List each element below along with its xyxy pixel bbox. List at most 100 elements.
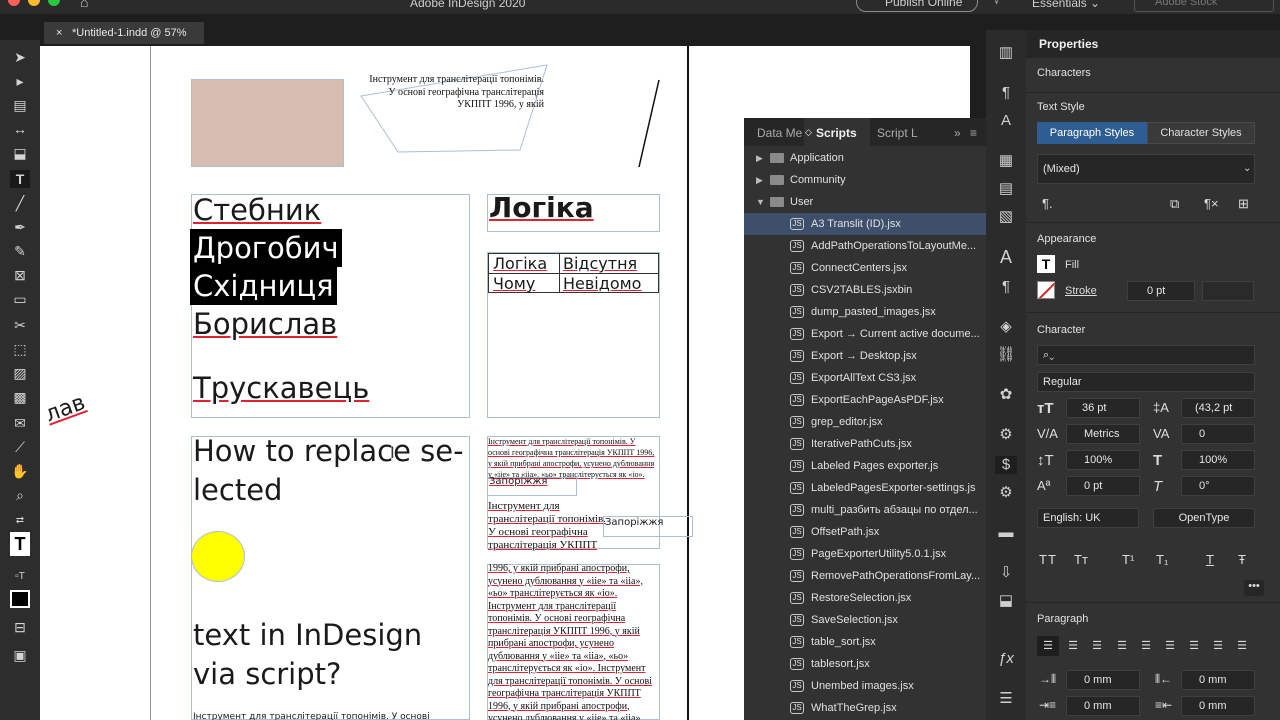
- script-item[interactable]: JS OffsetPath.jsx: [744, 521, 986, 543]
- character-styles-tab[interactable]: Character Styles: [1147, 122, 1255, 144]
- right-indent-field[interactable]: 0 mm: [1181, 670, 1255, 690]
- strikethrough-button[interactable]: Ŧ: [1238, 552, 1246, 567]
- export-icon[interactable]: ⬓: [995, 592, 1017, 610]
- swap-colors-icon[interactable]: ⇄: [10, 512, 30, 530]
- character-styles-icon[interactable]: A: [995, 112, 1017, 130]
- left-indent-field[interactable]: 0 mm: [1066, 670, 1140, 690]
- gradient-swatch-tool-icon[interactable]: ▨: [10, 364, 30, 382]
- pink-rectangle[interactable]: [191, 79, 344, 167]
- free-transform-tool-icon[interactable]: ⬚: [10, 340, 30, 358]
- table-icon[interactable]: ▦: [995, 152, 1017, 170]
- swatches-icon[interactable]: ✿: [995, 386, 1017, 404]
- language-dropdown[interactable]: English: UK: [1037, 508, 1139, 528]
- folder-user[interactable]: ▼ User: [744, 191, 986, 213]
- script-item[interactable]: JS multi_разбить абзацы по отдел...: [744, 499, 986, 521]
- clear-style-icon[interactable]: ¶×: [1204, 196, 1219, 211]
- script-item[interactable]: JS ExportEachPageAsPDF.jsx: [744, 389, 986, 411]
- script-item[interactable]: JS ConnectCenters.jsx: [744, 257, 986, 279]
- align-away-spine-icon[interactable]: ☰: [1232, 636, 1252, 656]
- first-line-indent-field[interactable]: 0 mm: [1066, 696, 1140, 716]
- close-window-button[interactable]: [8, 0, 20, 6]
- question-text-1[interactable]: How to replace se-lected: [193, 432, 469, 510]
- scripts-icon[interactable]: $: [995, 456, 1017, 474]
- layers-icon[interactable]: ◈: [995, 318, 1017, 336]
- question-text-2[interactable]: text in InDesign via script?: [193, 616, 469, 694]
- stroke-weight-field[interactable]: 0 pt: [1127, 281, 1195, 301]
- normal-view-icon[interactable]: ▣: [10, 646, 30, 664]
- links-icon[interactable]: ⛓: [995, 346, 1017, 364]
- align-center-icon[interactable]: ☰: [1063, 636, 1083, 656]
- table-styles-icon[interactable]: ▤: [995, 180, 1017, 198]
- publish-online-button[interactable]: Publish Online: [856, 0, 978, 12]
- superscript-button[interactable]: T¹: [1122, 552, 1134, 567]
- rectangle-tool-icon[interactable]: ▭: [10, 290, 30, 308]
- folder-community[interactable]: ▶ Community: [744, 169, 986, 191]
- baseline-shift-field[interactable]: 0 pt: [1066, 476, 1140, 496]
- direct-selection-tool-icon[interactable]: ▸: [10, 72, 30, 90]
- gradient-feather-tool-icon[interactable]: ▩: [10, 388, 30, 406]
- script-item[interactable]: JS WhatTheGrep.jsx: [744, 697, 986, 719]
- fill-stroke-text-icon[interactable]: T: [10, 532, 30, 556]
- tab-scripts[interactable]: Scripts: [816, 126, 857, 140]
- script-item[interactable]: JS IterativePathCuts.jsx: [744, 433, 986, 455]
- data-merge-icon[interactable]: ⇩: [995, 564, 1017, 582]
- page-tool-icon[interactable]: ▤: [10, 96, 30, 114]
- eyedropper-tool-icon[interactable]: ⟋: [10, 438, 30, 456]
- skew-field[interactable]: 0°: [1181, 476, 1255, 496]
- kerning-field[interactable]: Metrics: [1066, 424, 1140, 444]
- note-tool-icon[interactable]: ✉: [10, 414, 30, 432]
- home-icon[interactable]: ⌂: [80, 0, 88, 10]
- script-label-icon[interactable]: ⚙: [995, 426, 1017, 444]
- script-item[interactable]: JS tablesort.jsx: [744, 653, 986, 675]
- align-towards-spine-icon[interactable]: ☰: [1208, 636, 1228, 656]
- paragraph-styles-tab[interactable]: Paragraph Styles: [1037, 122, 1147, 144]
- horizontal-scale-field[interactable]: 100%: [1181, 450, 1255, 470]
- script-item[interactable]: JS LabeledPagesExporter-settings.js: [744, 477, 986, 499]
- script-item[interactable]: JS A3 Translit (ID).jsx: [744, 213, 986, 235]
- yellow-circle[interactable]: [191, 531, 245, 582]
- all-caps-button[interactable]: TT: [1039, 552, 1057, 567]
- diagonal-line[interactable]: [636, 78, 662, 170]
- script-item[interactable]: JS grep_editor.jsx: [744, 411, 986, 433]
- tab-data-merge[interactable]: Data Me: [757, 126, 802, 140]
- document-tab[interactable]: × *Untitled-1.indd @ 57%: [44, 22, 204, 44]
- script-item[interactable]: JS table_sort.jsx: [744, 631, 986, 653]
- gap-tool-icon[interactable]: ↔: [10, 120, 30, 138]
- character-panel-icon[interactable]: A: [995, 248, 1017, 266]
- panel-collapse-icon[interactable]: »: [954, 126, 961, 140]
- paragraph-mark-icon[interactable]: ¶.: [1042, 196, 1053, 211]
- fx-icon[interactable]: ƒx: [995, 650, 1017, 668]
- tab-script-label[interactable]: Script L: [877, 126, 918, 140]
- minimize-window-button[interactable]: [28, 0, 40, 6]
- city-list[interactable]: Стебник Дрогобич Східниця Борислав Труск…: [190, 191, 369, 407]
- stroke-swatch-icon[interactable]: [1037, 281, 1055, 299]
- selection-tool-icon[interactable]: ➤: [10, 48, 30, 66]
- cell-styles-icon[interactable]: ▧: [995, 208, 1017, 226]
- justify-all-icon[interactable]: ☰: [1184, 636, 1204, 656]
- pencil-tool-icon[interactable]: ✎: [10, 242, 30, 260]
- paragraph-styles-icon[interactable]: ¶: [995, 84, 1017, 102]
- font-family-search[interactable]: ⌕⌄: [1037, 345, 1255, 365]
- opentype-button[interactable]: OpenType: [1153, 508, 1255, 528]
- table[interactable]: Логіка Відсутня Чому Невідомо: [488, 253, 659, 293]
- hand-tool-icon[interactable]: ✋: [10, 462, 30, 480]
- last-line-indent-field[interactable]: 0 mm: [1181, 696, 1255, 716]
- justify-left-icon[interactable]: ☰: [1112, 636, 1132, 656]
- more-options-icon[interactable]: •••: [1244, 580, 1264, 596]
- apply-color-icon[interactable]: [10, 590, 30, 608]
- script-item[interactable]: JS RestoreSelection.jsx: [744, 587, 986, 609]
- transliteration-frame-text[interactable]: Інструмент для транслітерації топонімів.…: [366, 74, 544, 112]
- script-item[interactable]: JS Export → Desktop.jsx: [744, 345, 986, 367]
- tracking-field[interactable]: 0: [1181, 424, 1255, 444]
- stock-search-input[interactable]: Adobe Stock: [1134, 0, 1274, 12]
- pen-tool-icon[interactable]: ✒: [10, 218, 30, 236]
- script-item[interactable]: JS Export → Current active docume...: [744, 323, 986, 345]
- line-tool-icon[interactable]: ╱: [10, 194, 30, 212]
- script-item[interactable]: JS ExportAllText CS3.jsx: [744, 367, 986, 389]
- subscript-button[interactable]: T₁: [1156, 552, 1168, 567]
- align-icon[interactable]: ☰: [995, 690, 1017, 708]
- workspace-switcher[interactable]: Essentials ⌄: [1032, 0, 1100, 10]
- new-style-icon[interactable]: ⊞: [1238, 196, 1249, 212]
- close-tab-icon[interactable]: ×: [56, 22, 62, 44]
- font-style-dropdown[interactable]: Regular: [1037, 372, 1255, 392]
